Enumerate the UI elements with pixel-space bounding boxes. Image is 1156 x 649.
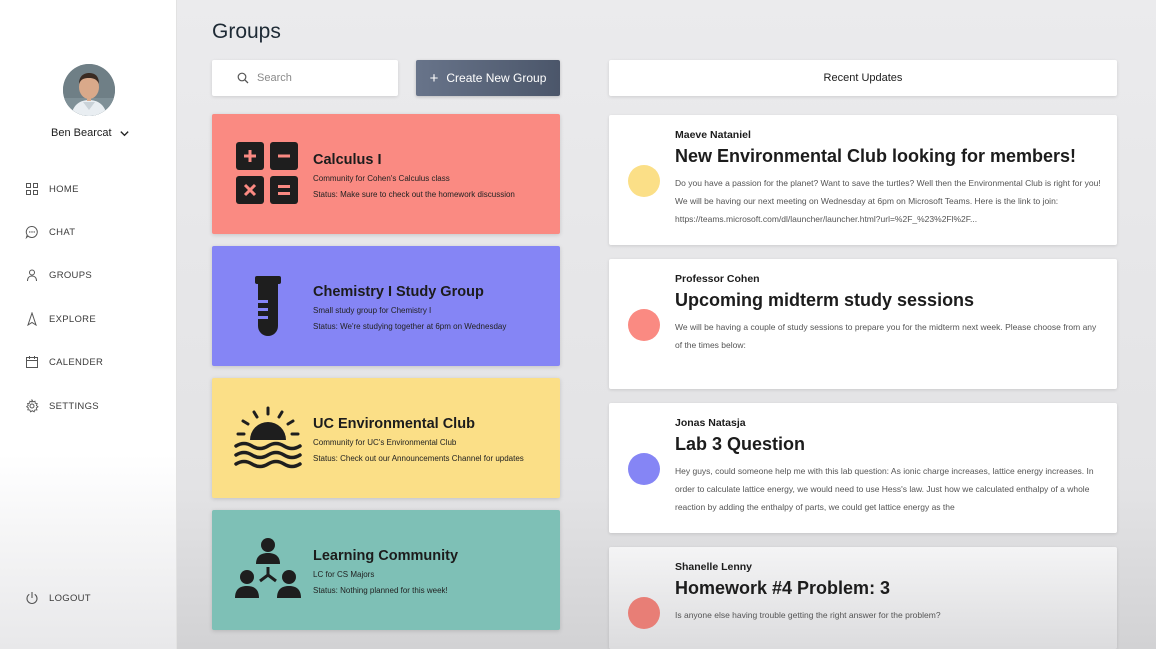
- update-body: Do you have a passion for the planet? Wa…: [675, 178, 1101, 224]
- search-input[interactable]: [257, 72, 377, 84]
- create-new-group-button[interactable]: + Create New Group: [416, 60, 560, 96]
- group-card-calculus[interactable]: Calculus I Community for Cohen's Calculu…: [212, 114, 560, 234]
- test-tube-icon: [255, 276, 281, 336]
- sidebar-item-groups[interactable]: GROUPS: [25, 268, 92, 282]
- update-card[interactable]: Jonas Natasja Lab 3 Question Hey guys, c…: [609, 403, 1117, 533]
- sidebar-item-settings[interactable]: SETTINGS: [25, 399, 99, 413]
- avatar[interactable]: [63, 64, 115, 116]
- user-menu[interactable]: Ben Bearcat: [51, 127, 130, 139]
- logout-button[interactable]: LOGOUT: [25, 591, 91, 605]
- sidebar-item-chat[interactable]: CHAT: [25, 225, 75, 239]
- group-status: Status: Check out our Announcements Chan…: [313, 454, 524, 463]
- group-card-learning-community[interactable]: Learning Community LC for CS Majors Stat…: [212, 510, 560, 630]
- group-info: Chemistry I Study Group Small study grou…: [313, 284, 506, 331]
- author-avatar-dot: [628, 453, 660, 485]
- sidebar-item-label: EXPLORE: [49, 313, 96, 325]
- group-description: Community for UC's Environmental Club: [313, 438, 457, 447]
- create-new-group-label: Create New Group: [446, 71, 547, 85]
- sidebar-item-label: CALENDER: [49, 356, 104, 368]
- compass-icon: [27, 312, 37, 326]
- author-avatar-dot: [628, 597, 660, 629]
- search-icon: [237, 72, 249, 84]
- sunset-icon: [234, 406, 302, 469]
- calendar-icon: [26, 356, 38, 368]
- group-description: Community for Cohen's Calculus class: [313, 174, 450, 183]
- chat-bubble-icon: [25, 225, 38, 239]
- group-status: Status: We're studying together at 6pm o…: [313, 322, 507, 331]
- sidebar-item-label: GROUPS: [49, 269, 92, 281]
- chevron-down-icon: [119, 130, 129, 136]
- group-info: Calculus I Community for Cohen's Calculu…: [313, 152, 515, 199]
- update-card[interactable]: Professor Cohen Upcoming midterm study s…: [609, 259, 1117, 389]
- plus-icon: +: [429, 69, 439, 87]
- update-author: Shanelle Lenny: [675, 561, 753, 573]
- update-body: We will be having a couple of study sess…: [675, 322, 1097, 350]
- search-box[interactable]: [212, 60, 398, 96]
- sidebar-item-label: CHAT: [49, 226, 76, 238]
- sidebar-item-explore[interactable]: EXPLORE: [25, 312, 96, 326]
- update-author: Jonas Natasja: [675, 417, 746, 429]
- group-info: UC Environmental Club Community for UC's…: [313, 416, 524, 463]
- community-icon: [235, 538, 301, 598]
- sidebar-item-label: HOME: [49, 183, 79, 195]
- update-title: Lab 3 Question: [675, 434, 806, 454]
- update-body: Hey guys, could someone help me with thi…: [675, 466, 1094, 512]
- sidebar-item-calender[interactable]: CALENDER: [25, 355, 103, 369]
- sidebar-item-home[interactable]: HOME: [25, 182, 79, 196]
- sidebar: Ben Bearcat HOME CHAT GROUPS EXPLORE CAL…: [0, 0, 177, 649]
- gear-icon: [25, 399, 39, 413]
- group-name: Chemistry I Study Group: [313, 284, 484, 300]
- power-icon: [26, 592, 38, 605]
- logout-label: LOGOUT: [49, 592, 91, 604]
- update-author: Maeve Nataniel: [675, 129, 751, 141]
- group-description: LC for CS Majors: [313, 570, 375, 579]
- group-name: Learning Community: [313, 548, 459, 564]
- group-name: UC Environmental Club: [313, 416, 475, 432]
- calculator-icon: [236, 142, 298, 204]
- update-title: Upcoming midterm study sessions: [675, 290, 975, 310]
- sidebar-item-label: SETTINGS: [49, 400, 99, 412]
- update-card[interactable]: Maeve Nataniel New Environmental Club lo…: [609, 115, 1117, 245]
- group-status: Status: Make sure to check out the homew…: [313, 190, 515, 199]
- group-description: Small study group for Chemistry I: [313, 306, 432, 315]
- avatar-photo: [63, 64, 115, 116]
- update-card[interactable]: Shanelle Lenny Homework #4 Problem: 3 Is…: [609, 547, 1117, 649]
- group-card-chemistry[interactable]: Chemistry I Study Group Small study grou…: [212, 246, 560, 366]
- grid-icon: [26, 183, 38, 195]
- group-info: Learning Community LC for CS Majors Stat…: [313, 548, 458, 595]
- update-body: Is anyone else having trouble getting th…: [675, 610, 941, 620]
- user-name: Ben Bearcat: [51, 127, 112, 139]
- author-avatar-dot: [628, 165, 660, 197]
- page-title: Groups: [212, 20, 281, 43]
- group-status: Status: Nothing planned for this week!: [313, 586, 448, 595]
- update-author: Professor Cohen: [675, 273, 760, 285]
- author-avatar-dot: [628, 309, 660, 341]
- group-name: Calculus I: [313, 152, 382, 168]
- update-title: New Environmental Club looking for membe…: [675, 146, 1077, 166]
- recent-updates-header: Recent Updates: [609, 60, 1117, 96]
- group-card-environmental[interactable]: UC Environmental Club Community for UC's…: [212, 378, 560, 498]
- update-title: Homework #4 Problem: 3: [675, 578, 891, 598]
- person-icon: [27, 269, 37, 282]
